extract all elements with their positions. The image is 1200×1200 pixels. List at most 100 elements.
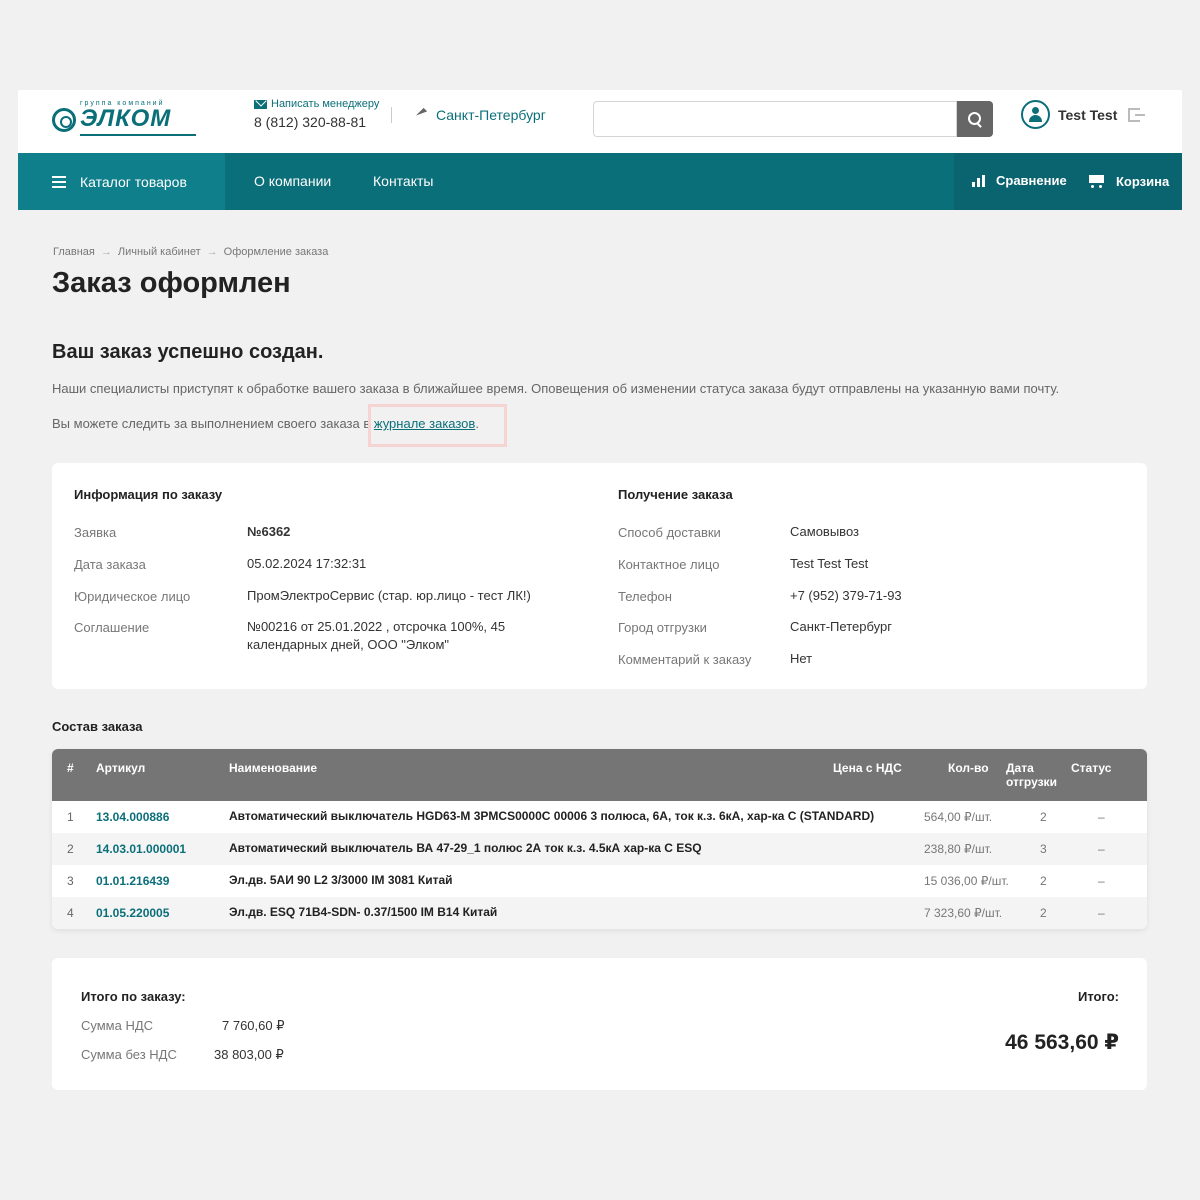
success-heading: Ваш заказ успешно создан. — [52, 341, 324, 363]
row-qty: 2 — [1040, 810, 1047, 824]
row-qty: 2 — [1040, 906, 1047, 920]
order-items-table: # Артикул Наименование Цена с НДС Кол-во… — [52, 749, 1147, 929]
row-qty: 2 — [1040, 874, 1047, 888]
col-status: Статус — [1071, 761, 1112, 775]
search-button[interactable] — [957, 101, 993, 137]
phone-label: Телефон — [618, 589, 672, 604]
city-selector[interactable]: Санкт-Петербург — [416, 107, 546, 123]
user-account[interactable]: Test Test — [1021, 100, 1117, 129]
city-value: Санкт-Петербург — [790, 619, 892, 634]
agreement-value-line2: календарных дней, ООО "Элком" — [247, 637, 450, 652]
nav-contacts[interactable]: Контакты — [373, 173, 433, 189]
info-text: Наши специалисты приступят к обработке в… — [52, 381, 1060, 396]
phone-number[interactable]: 8 (812) 320-88-81 — [254, 114, 379, 130]
link-highlight — [368, 404, 507, 447]
cart-icon — [1086, 173, 1106, 189]
col-date-line2: отгрузки — [1006, 775, 1057, 789]
location-arrow-icon — [416, 109, 428, 121]
write-manager-link[interactable]: Написать менеджеру — [254, 98, 379, 110]
vat-label: Сумма НДС — [81, 1018, 154, 1033]
composition-title: Состав заказа — [52, 719, 143, 734]
col-price: Цена с НДС — [833, 761, 902, 775]
totals-title: Итого по заказу: — [81, 989, 186, 1004]
request-value: №6362 — [247, 524, 291, 539]
search-input[interactable] — [593, 101, 957, 137]
divider — [391, 107, 392, 123]
user-name: Test Test — [1058, 106, 1118, 123]
table-row: 4 01.05.220005 Эл.дв. ESQ 71B4-SDN- 0.37… — [52, 897, 1147, 929]
breadcrumb: Главная → Личный кабинет → Оформление за… — [53, 246, 328, 258]
table-row: 3 01.01.216439 Эл.дв. 5АИ 90 L2 3/3000 I… — [52, 865, 1147, 897]
logo-wordmark: ЭЛКОМ — [80, 105, 172, 132]
logo-underline — [80, 134, 196, 136]
agreement-value-line1: №00216 от 25.01.2022 , отсрочка 100%, 45 — [247, 619, 506, 634]
row-price: 564,00 ₽/шт. — [924, 810, 993, 824]
city-label: Город отгрузки — [618, 620, 707, 635]
col-qty: Кол-во — [948, 761, 989, 775]
total-amount: 46 563,60 ₽ — [1005, 1031, 1119, 1054]
receipt-title: Получение заказа — [618, 487, 733, 502]
col-sku: Артикул — [96, 761, 146, 775]
follow-prefix: Вы можете следить за выполнением своего … — [52, 416, 374, 431]
row-num: 2 — [67, 842, 74, 856]
cart-link[interactable]: Корзина — [1086, 173, 1169, 189]
nav-right-panel: Сравнение Корзина — [954, 153, 1182, 210]
compare-bars-icon — [972, 174, 986, 187]
logo[interactable]: группа компаний ЭЛКОМ — [52, 99, 198, 136]
table-header: # Артикул Наименование Цена с НДС Кол-во… — [52, 749, 1147, 801]
row-price: 238,80 ₽/шт. — [924, 842, 993, 856]
row-qty: 3 — [1040, 842, 1047, 856]
breadcrumb-account[interactable]: Личный кабинет — [118, 246, 201, 258]
entity-label: Юридическое лицо — [74, 589, 191, 604]
logout-icon[interactable] — [1128, 108, 1145, 122]
vat-value: 7 760,60 ₽ — [222, 1018, 285, 1033]
row-product-name: Автоматический выключатель HGD63-M 3PMCS… — [229, 809, 875, 823]
row-price: 7 323,60 ₽/шт. — [924, 906, 1003, 920]
col-name: Наименование — [229, 761, 318, 775]
catalog-button[interactable]: Каталог товаров — [18, 153, 225, 210]
row-price: 15 036,00 ₽/шт. — [924, 874, 1009, 888]
col-date-line1: Дата — [1006, 761, 1034, 775]
nav-about[interactable]: О компании — [254, 173, 331, 189]
cart-label: Корзина — [1116, 173, 1170, 189]
novat-value: 38 803,00 ₽ — [214, 1047, 284, 1062]
totals-card: Итого по заказу: Сумма НДС 7 760,60 ₽ Су… — [52, 958, 1147, 1090]
breadcrumb-current: Оформление заказа — [223, 246, 329, 258]
delivery-label: Способ доставки — [618, 525, 721, 540]
logo-emblem-icon — [52, 108, 76, 132]
row-sku-link[interactable]: 14.03.01.000001 — [96, 842, 186, 856]
compare-link[interactable]: Сравнение — [972, 173, 1067, 188]
row-sku-link[interactable]: 01.01.216439 — [96, 874, 169, 888]
breadcrumb-home[interactable]: Главная — [53, 246, 95, 258]
write-manager-label: Написать менеджеру — [271, 98, 380, 110]
breadcrumb-arrow-icon: → — [100, 246, 112, 258]
order-info-card: Информация по заказу Заявка №6362 Дата з… — [52, 463, 1147, 689]
request-label: Заявка — [74, 525, 117, 540]
comment-label: Комментарий к заказу — [618, 652, 752, 667]
row-num: 3 — [67, 874, 74, 888]
main-nav: Каталог товаров О компании Контакты Срав… — [18, 153, 1182, 210]
row-sku-link[interactable]: 01.05.220005 — [96, 906, 169, 920]
row-num: 4 — [67, 906, 74, 920]
novat-label: Сумма без НДС — [81, 1047, 177, 1062]
envelope-icon — [254, 99, 267, 109]
comment-value: Нет — [790, 651, 813, 666]
site-header: группа компаний ЭЛКОМ Написать менеджеру… — [18, 90, 1182, 153]
row-status: – — [1098, 810, 1105, 824]
row-status: – — [1098, 906, 1105, 920]
phone-value: +7 (952) 379-71-93 — [790, 588, 902, 603]
row-num: 1 — [67, 810, 74, 824]
row-status: – — [1098, 874, 1105, 888]
contact-block: Написать менеджеру 8 (812) 320-88-81 — [254, 98, 379, 130]
table-row: 2 14.03.01.000001 Автоматический выключа… — [52, 833, 1147, 865]
row-product-name: Эл.дв. ESQ 71B4-SDN- 0.37/1500 IM B14 Ки… — [229, 905, 498, 919]
page-title: Заказ оформлен — [52, 267, 291, 299]
breadcrumb-arrow-icon: → — [206, 246, 218, 258]
col-num: # — [67, 761, 74, 775]
contact-label: Контактное лицо — [618, 557, 720, 572]
user-icon — [1021, 100, 1050, 129]
agreement-label: Соглашение — [74, 620, 150, 635]
compare-label: Сравнение — [996, 173, 1067, 188]
order-info-title: Информация по заказу — [74, 487, 223, 502]
row-sku-link[interactable]: 13.04.000886 — [96, 810, 169, 824]
